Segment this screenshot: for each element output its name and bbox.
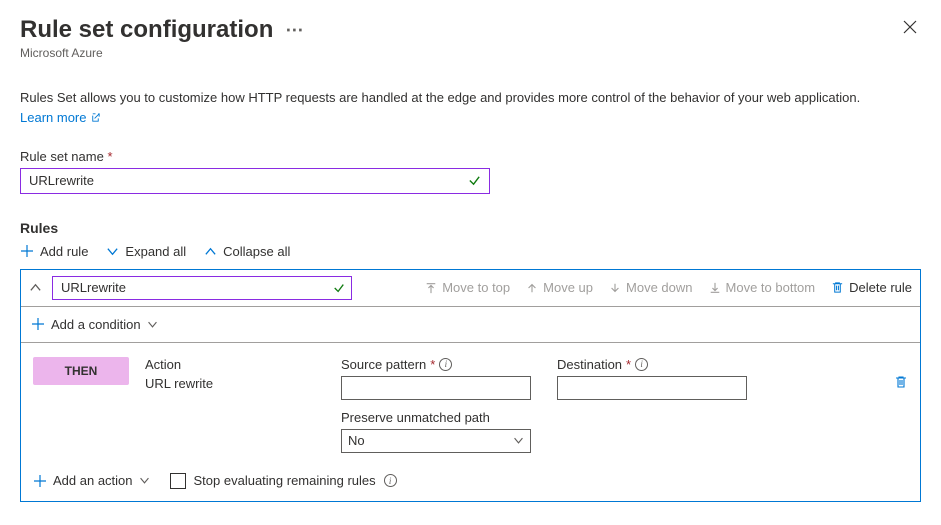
chevron-down-icon [106,245,119,258]
move-to-bottom-button[interactable]: Move to bottom [709,280,816,295]
move-up-button[interactable]: Move up [526,280,593,295]
info-icon[interactable]: i [635,358,648,371]
then-badge: THEN [33,357,129,385]
trash-icon [894,375,908,389]
page-subtitle: Microsoft Azure [20,46,304,60]
move-down-button[interactable]: Move down [609,280,692,295]
action-label: Action [145,357,325,372]
plus-icon [33,474,47,488]
ruleset-name-input[interactable]: URLrewrite [20,168,490,194]
chevron-down-icon [513,435,524,446]
ruleset-name-label: Rule set name * [20,149,921,164]
preserve-path-label: Preserve unmatched path [341,410,541,425]
more-menu-icon[interactable]: ⋯ [285,20,304,41]
checkbox-icon [170,473,186,489]
page-title: Rule set configuration ⋯ [20,16,304,44]
rules-section-title: Rules [20,220,921,236]
rule-card: URLrewrite Move to top Move up Move down… [20,269,921,502]
trash-icon [831,281,844,294]
plus-icon [31,317,45,331]
add-condition-button[interactable]: Add a condition [31,317,158,332]
arrow-bottom-icon [709,282,721,294]
arrow-down-icon [609,282,621,294]
stop-evaluating-label: Stop evaluating remaining rules [194,473,376,488]
preserve-path-value: No [348,433,365,448]
destination-input[interactable] [557,376,747,400]
add-action-button[interactable]: Add an action [33,473,150,488]
destination-label: Destination * i [557,357,757,372]
rule-name-value: URLrewrite [61,280,126,295]
collapse-all-label: Collapse all [223,244,290,259]
move-to-top-button[interactable]: Move to top [425,280,510,295]
add-rule-button[interactable]: Add rule [20,244,88,259]
collapse-all-button[interactable]: Collapse all [204,244,290,259]
add-rule-label: Add rule [40,244,88,259]
delete-action-button[interactable] [894,357,908,389]
preserve-path-select[interactable]: No [341,429,531,453]
delete-rule-button[interactable]: Delete rule [831,280,912,295]
description-text: Rules Set allows you to customize how HT… [20,88,921,108]
learn-more-link[interactable]: Learn more [20,110,101,125]
external-link-icon [90,112,101,123]
arrow-top-icon [425,282,437,294]
ruleset-name-value: URLrewrite [29,173,94,188]
arrow-up-icon [526,282,538,294]
action-value: URL rewrite [145,376,325,391]
add-action-label: Add an action [53,473,133,488]
chevron-down-icon [147,319,158,330]
learn-more-label: Learn more [20,110,86,125]
chevron-down-icon [139,475,150,486]
add-condition-label: Add a condition [51,317,141,332]
source-pattern-input[interactable] [341,376,531,400]
rule-name-input[interactable]: URLrewrite [52,276,352,300]
collapse-rule-icon[interactable] [29,281,42,294]
check-icon [468,174,481,187]
check-icon [333,282,345,294]
stop-evaluating-checkbox[interactable]: Stop evaluating remaining rules i [170,473,397,489]
source-pattern-label: Source pattern * i [341,357,541,372]
chevron-up-icon [204,245,217,258]
info-icon[interactable]: i [439,358,452,371]
plus-icon [20,244,34,258]
info-icon[interactable]: i [384,474,397,487]
expand-all-label: Expand all [125,244,186,259]
expand-all-button[interactable]: Expand all [106,244,186,259]
close-icon[interactable] [899,16,921,38]
page-title-text: Rule set configuration [20,16,273,44]
